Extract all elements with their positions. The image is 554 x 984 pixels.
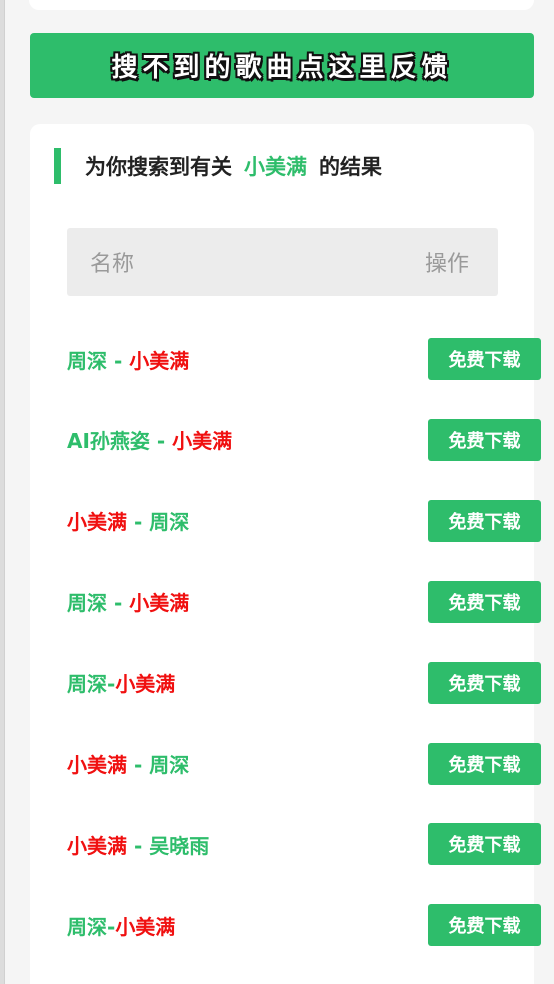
result-row: 周深-小美满 免费下载 [67,904,541,947]
content-sheet: 搜不到的歌曲点这里反馈 为你搜索到有关 小美满 的结果 名称 操作 周深 - 小美满… [4,0,554,984]
song-artist: 周深 [67,672,107,697]
previous-card [29,0,534,10]
free-download-button[interactable]: 免费下载 [428,823,541,866]
song-title: 小美满 [172,429,233,454]
page: 搜不到的歌曲点这里反馈 为你搜索到有关 小美满 的结果 名称 操作 周深 - 小美满… [0,0,554,984]
song-name[interactable]: 小美满 - 吴晓雨 [67,830,209,859]
song-artist: 周深 [67,914,107,939]
song-separator: - [127,833,150,858]
feedback-banner-label: 搜不到的歌曲点这里反馈 [111,53,453,83]
song-title: 小美满 [115,914,176,939]
song-name[interactable]: 周深-小美满 [67,911,175,940]
feedback-banner-button[interactable]: 搜不到的歌曲点这里反馈 [30,33,534,98]
result-row: 周深-小美满 免费下载 [67,661,541,704]
song-name[interactable]: 周深 - 小美满 [67,345,189,374]
song-separator: - [107,591,130,616]
free-download-button[interactable]: 免费下载 [428,418,541,461]
free-download-button[interactable]: 免费下载 [428,499,541,542]
free-download-button[interactable]: 免费下载 [428,904,541,947]
result-row: 小美满 - 吴晓雨 免费下载 [67,823,541,866]
song-title: 小美满 [129,591,190,616]
song-name[interactable]: 小美满 - 周深 [67,749,189,778]
song-title: 小美满 [67,753,127,777]
results-heading: 为你搜索到有关 小美满 的结果 [54,148,382,184]
free-download-button[interactable]: 免费下载 [428,742,541,785]
song-artist: AI孙燕姿 [67,429,150,454]
free-download-button[interactable]: 免费下载 [428,580,541,623]
song-separator: - [127,510,150,535]
results-table-header: 名称 操作 [67,228,498,296]
song-artist: 周深 [67,348,107,373]
search-keyword: 小美满 [244,155,307,179]
result-row: 周深 - 小美满 免费下载 [67,338,541,380]
song-artist: 周深 [149,753,190,777]
song-separator: - [149,429,173,454]
song-name[interactable]: 小美满 - 周深 [67,506,189,535]
heading-prefix: 为你搜索到有关 [85,155,232,179]
song-title: 小美满 [67,833,127,858]
free-download-button[interactable]: 免费下载 [428,661,541,704]
result-row: 周深 - 小美满 免费下载 [67,580,541,623]
result-row: 小美满 - 周深 免费下载 [67,499,541,542]
song-separator: - [127,753,150,777]
search-results-card: 为你搜索到有关 小美满 的结果 名称 操作 周深 - 小美满 免费下载 AI孙燕姿 - … [30,124,541,984]
free-download-button[interactable]: 免费下载 [428,338,541,380]
song-name[interactable]: 周深-小美满 [67,668,175,697]
song-separator: - [107,348,130,373]
song-name[interactable]: 周深 - 小美满 [67,587,189,616]
column-header-name: 名称 [90,252,135,277]
result-row: 小美满 - 周深 免费下载 [67,742,541,785]
result-row: AI孙燕姿 - 小美满 免费下载 [67,418,541,461]
song-title: 小美满 [115,672,176,697]
heading-accent-bar [54,148,61,184]
song-name[interactable]: AI孙燕姿 - 小美满 [67,425,232,454]
song-artist: 吴晓雨 [149,833,210,858]
song-title: 小美满 [129,348,190,373]
column-header-action: 操作 [424,252,469,277]
song-artist: 周深 [67,591,107,616]
results-heading-text: 为你搜索到有关 小美满 的结果 [85,151,382,181]
song-title: 小美满 [67,510,127,535]
song-artist: 周深 [149,510,190,535]
heading-suffix: 的结果 [319,155,382,179]
